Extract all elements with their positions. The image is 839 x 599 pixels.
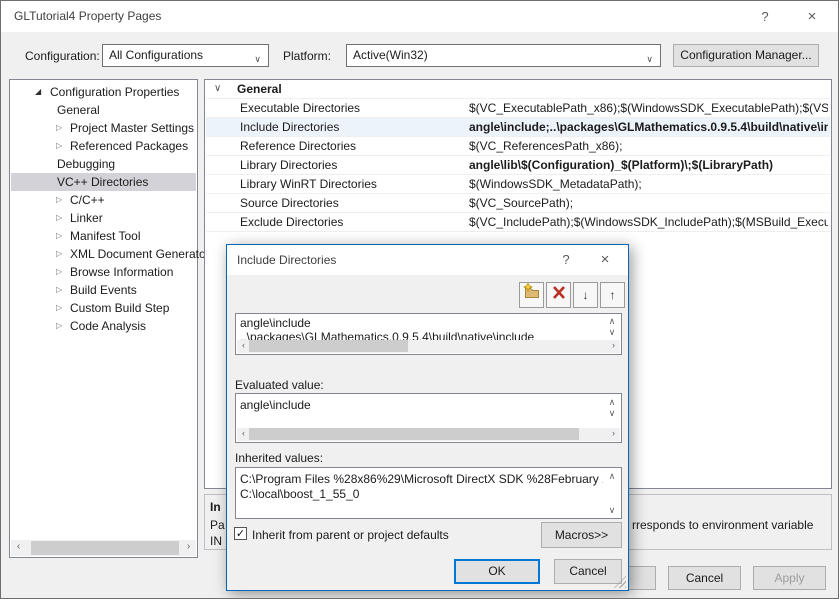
help-icon: ? <box>562 252 569 267</box>
platform-value: Active(Win32) <box>353 48 428 62</box>
scroll-up-icon[interactable]: ∧ <box>605 471 619 482</box>
check-icon: ✓ <box>236 528 245 540</box>
inherited-values-label: Inherited values: <box>235 451 323 465</box>
titlebar[interactable]: GLTutorial4 Property Pages ? × <box>1 1 838 32</box>
evaluated-horizontal-scrollbar[interactable]: ‹ › <box>237 428 620 441</box>
delete-line-button[interactable] <box>546 282 571 308</box>
scroll-up-icon[interactable]: ∧ <box>605 316 619 327</box>
configuration-label: Configuration: <box>25 49 100 63</box>
configuration-value: All Configurations <box>109 48 203 62</box>
tree-item-custom-build-step[interactable]: ▷ Custom Build Step <box>11 299 196 317</box>
tree-item-xml-document-generator[interactable]: ▷ XML Document Generator <box>11 245 196 263</box>
scroll-right-icon[interactable]: › <box>181 541 196 552</box>
grid-row-source-directories[interactable]: Source Directories $(VC_SourcePath); <box>206 194 830 213</box>
close-icon: × <box>808 8 817 25</box>
edit-horizontal-scrollbar[interactable]: ‹ › <box>237 340 620 353</box>
grid-row-include-directories[interactable]: Include Directories angle\include;..\pac… <box>206 118 830 137</box>
directories-edit-box[interactable]: angle\include ..\packages\GLMathematics.… <box>235 313 622 355</box>
tree-item-manifest-tool[interactable]: ▷ Manifest Tool <box>11 227 196 245</box>
grid-row-exclude-directories[interactable]: Exclude Directories $(VC_IncludePath);$(… <box>206 213 830 232</box>
help-button[interactable]: ? <box>747 1 783 32</box>
scrollbar-thumb[interactable] <box>31 541 179 555</box>
scroll-down-icon[interactable]: ∨ <box>605 505 619 516</box>
grid-group-general[interactable]: ∨ General <box>206 80 830 99</box>
scroll-right-icon[interactable]: › <box>607 340 620 350</box>
help-heading-fragment: In <box>210 500 221 514</box>
tree-item-vcpp-directories[interactable]: VC++ Directories <box>11 173 196 191</box>
platform-dropdown[interactable]: Active(Win32) ∨ <box>346 44 661 67</box>
help-right-fragment: rresponds to environment variable <box>632 518 813 532</box>
tree-item-general[interactable]: General <box>11 101 196 119</box>
arrow-down-icon: ↓ <box>583 288 589 302</box>
scroll-right-icon[interactable]: › <box>607 428 620 438</box>
configuration-manager-button[interactable]: Configuration Manager... <box>673 44 819 67</box>
property-pages-window: GLTutorial4 Property Pages ? × Configura… <box>0 0 839 599</box>
category-tree: ◢ Configuration Properties General ▷ Pro… <box>9 79 198 558</box>
scrollbar-thumb[interactable] <box>249 428 579 440</box>
tree-collapsed-icon[interactable]: ▷ <box>56 191 62 209</box>
delete-x-icon <box>552 286 566 299</box>
move-up-button[interactable]: ↑ <box>600 282 625 308</box>
dialog-titlebar[interactable]: Include Directories ? × <box>227 245 628 275</box>
tree-horizontal-scrollbar[interactable]: ‹ › <box>11 540 196 556</box>
apply-button[interactable]: Apply <box>753 566 826 590</box>
evaluated-value-box[interactable]: angle\include ∧ ∨ ‹ › <box>235 393 622 443</box>
tree-item-linker[interactable]: ▷ Linker <box>11 209 196 227</box>
scroll-up-icon[interactable]: ∧ <box>605 397 619 408</box>
macros-button[interactable]: Macros>> <box>541 522 622 548</box>
tree-item-code-analysis[interactable]: ▷ Code Analysis <box>11 317 196 335</box>
dialog-title: Include Directories <box>237 253 336 267</box>
inherit-checkbox-label[interactable]: Inherit from parent or project defaults <box>252 528 449 542</box>
scroll-down-icon[interactable]: ∨ <box>605 327 619 338</box>
tree-item-configuration-properties[interactable]: ◢ Configuration Properties <box>11 83 196 101</box>
move-down-button[interactable]: ↓ <box>573 282 598 308</box>
grid-row-library-directories[interactable]: Library Directories angle\lib\$(Configur… <box>206 156 830 175</box>
scroll-down-icon[interactable]: ∨ <box>605 408 619 419</box>
window-title: GLTutorial4 Property Pages <box>14 9 161 23</box>
tree-collapsed-icon[interactable]: ▷ <box>56 119 62 137</box>
tree-item-browse-information[interactable]: ▷ Browse Information <box>11 263 196 281</box>
tree-collapsed-icon[interactable]: ▷ <box>56 227 62 245</box>
scrollbar-thumb[interactable] <box>249 340 408 352</box>
tree-item-build-events[interactable]: ▷ Build Events <box>11 281 196 299</box>
platform-label: Platform: <box>283 49 331 63</box>
chevron-down-icon: ∨ <box>254 49 261 69</box>
cancel-button[interactable]: Cancel <box>668 566 741 590</box>
evaluated-value-label: Evaluated value: <box>235 378 324 392</box>
new-line-button[interactable] <box>519 282 544 308</box>
tree-collapsed-icon[interactable]: ▷ <box>56 299 62 317</box>
grid-row-reference-directories[interactable]: Reference Directories $(VC_ReferencesPat… <box>206 137 830 156</box>
dialog-cancel-button[interactable]: Cancel <box>554 559 622 584</box>
new-folder-icon <box>523 283 541 299</box>
arrow-up-icon: ↑ <box>610 288 616 302</box>
tree-item-debugging[interactable]: Debugging <box>11 155 196 173</box>
inherit-checkbox[interactable]: ✓ <box>234 527 247 540</box>
tree-collapsed-icon[interactable]: ▷ <box>56 263 62 281</box>
grid-row-library-winrt-directories[interactable]: Library WinRT Directories $(WindowsSDK_M… <box>206 175 830 194</box>
grid-row-executable-directories[interactable]: Executable Directories $(VC_ExecutablePa… <box>206 99 830 118</box>
help-line1-fragment: Pa <box>210 518 225 532</box>
configuration-dropdown[interactable]: All Configurations ∨ <box>102 44 269 67</box>
dialog-ok-button[interactable]: OK <box>454 559 540 584</box>
include-directories-dialog: Include Directories ? × ↓ ↑ angle\includ… <box>226 244 629 591</box>
dialog-help-button[interactable]: ? <box>551 245 581 275</box>
close-button[interactable]: × <box>792 1 832 32</box>
help-line2-fragment: IN <box>210 534 222 548</box>
tree-collapsed-icon[interactable]: ▷ <box>56 245 62 263</box>
tree-expanded-icon[interactable]: ◢ <box>35 83 41 101</box>
tree-collapsed-icon[interactable]: ▷ <box>56 209 62 227</box>
tree-item-referenced-packages[interactable]: ▷ Referenced Packages <box>11 137 196 155</box>
tree-collapsed-icon[interactable]: ▷ <box>56 317 62 335</box>
tree-collapsed-icon[interactable]: ▷ <box>56 137 62 155</box>
tree-item-project-master-settings[interactable]: ▷ Project Master Settings <box>11 119 196 137</box>
chevron-down-icon: ∨ <box>646 49 653 69</box>
tree-collapsed-icon[interactable]: ▷ <box>56 281 62 299</box>
group-collapse-icon[interactable]: ∨ <box>214 80 221 98</box>
scroll-left-icon[interactable]: ‹ <box>11 541 26 552</box>
help-icon: ? <box>761 9 768 24</box>
dialog-close-button[interactable]: × <box>588 245 622 275</box>
close-icon: × <box>601 251 610 268</box>
inherited-values-box[interactable]: C:\Program Files %28x86%29\Microsoft Dir… <box>235 467 622 519</box>
tree-item-c-cpp[interactable]: ▷ C/C++ <box>11 191 196 209</box>
